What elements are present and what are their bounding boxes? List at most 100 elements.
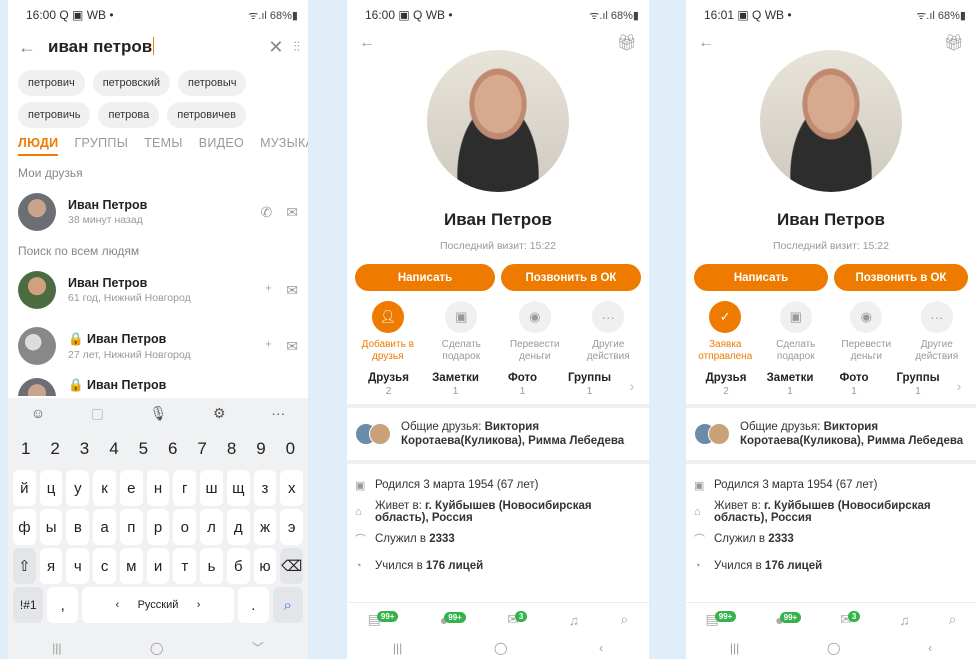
- add-friend-icon[interactable]: ⁺: [265, 282, 272, 299]
- feed-icon[interactable]: ▤99+: [368, 611, 399, 628]
- gift-icon[interactable]: 🎁︎: [944, 33, 964, 53]
- key[interactable]: 1: [13, 431, 38, 467]
- tab-groups[interactable]: ГРУППЫ: [74, 136, 128, 150]
- key[interactable]: 8: [219, 431, 244, 467]
- counter-photos[interactable]: Фото 1: [822, 372, 886, 397]
- back-icon[interactable]: ‹: [928, 641, 932, 655]
- chevron-right-icon[interactable]: ›: [950, 372, 968, 394]
- profile-photo[interactable]: [760, 50, 902, 192]
- filter-icon[interactable]: ⫶⫶: [294, 39, 301, 55]
- key[interactable]: ь: [200, 548, 223, 584]
- key[interactable]: в: [66, 509, 90, 545]
- comma-key[interactable]: ,: [47, 587, 78, 623]
- clear-icon[interactable]: ✕: [268, 37, 283, 58]
- counter-photos[interactable]: Фото 1: [489, 372, 556, 397]
- counter-notes[interactable]: Заметки 1: [758, 372, 822, 397]
- key[interactable]: о: [173, 509, 197, 545]
- key[interactable]: 2: [42, 431, 67, 467]
- key[interactable]: д: [226, 509, 250, 545]
- tab-music[interactable]: МУЗЫКА: [260, 136, 308, 150]
- recent-apps-icon[interactable]: |||: [730, 641, 739, 655]
- key[interactable]: б: [226, 548, 250, 584]
- tab-people[interactable]: ЛЮДИ: [18, 136, 59, 156]
- search-key-icon[interactable]: ⌕: [272, 587, 303, 623]
- write-button[interactable]: Написать: [694, 264, 828, 291]
- key[interactable]: р: [146, 509, 170, 545]
- mail-icon[interactable]: ✉: [286, 204, 298, 221]
- tab-video[interactable]: ВИДЕО: [199, 136, 244, 150]
- key[interactable]: щ: [226, 470, 250, 506]
- more-icon[interactable]: ···: [271, 405, 285, 421]
- served-value[interactable]: 2333: [768, 533, 794, 545]
- home-icon[interactable]: ◯: [494, 641, 507, 655]
- key[interactable]: н: [146, 470, 170, 506]
- key[interactable]: ч: [66, 548, 90, 584]
- home-icon[interactable]: ◯: [150, 641, 163, 655]
- symbols-key[interactable]: !#1: [13, 587, 44, 623]
- phone-icon[interactable]: ✆: [261, 204, 273, 221]
- key[interactable]: ш: [200, 470, 223, 506]
- notifications-icon[interactable]: ✉3: [507, 611, 528, 628]
- key[interactable]: с: [93, 548, 116, 584]
- counter-groups[interactable]: Группы 1: [556, 372, 623, 397]
- call-ok-button[interactable]: Позвонить в ОК: [501, 264, 641, 291]
- key[interactable]: 5: [131, 431, 156, 467]
- settings-icon[interactable]: ⚙: [213, 405, 226, 422]
- transfer-action[interactable]: ◉ Перевести деньги: [831, 301, 901, 362]
- messages-icon[interactable]: ●99+: [775, 611, 802, 628]
- key[interactable]: к: [93, 470, 116, 506]
- key[interactable]: у: [66, 470, 90, 506]
- more-actions[interactable]: ··· Другие действия: [902, 301, 972, 362]
- key[interactable]: 0: [278, 431, 303, 467]
- feed-icon[interactable]: ▤99+: [705, 611, 737, 628]
- studied-value[interactable]: 176 лицей: [765, 560, 822, 572]
- request-sent-action[interactable]: ✓ Заявка отправлена: [690, 301, 760, 362]
- counter-groups[interactable]: Группы 1: [886, 372, 950, 397]
- key[interactable]: ж: [253, 509, 277, 545]
- write-button[interactable]: Написать: [355, 264, 495, 291]
- back-arrow-icon[interactable]: ←: [359, 34, 375, 52]
- key[interactable]: ц: [39, 470, 63, 506]
- counter-friends[interactable]: Друзья 2: [694, 372, 758, 397]
- search-icon[interactable]: ⌕: [620, 611, 628, 628]
- call-ok-button[interactable]: Позвонить в ОК: [834, 264, 968, 291]
- list-item[interactable]: Иван Петров 61 год, Нижний Новгород ⁺ ✉: [8, 262, 308, 318]
- key[interactable]: ю: [253, 548, 277, 584]
- home-icon[interactable]: ◯: [827, 641, 840, 655]
- key[interactable]: й: [13, 470, 36, 506]
- counter-notes[interactable]: Заметки 1: [422, 372, 489, 397]
- music-icon[interactable]: ♫: [899, 612, 910, 628]
- space-key[interactable]: ‹ Русский ›: [81, 587, 235, 623]
- music-icon[interactable]: ♫: [569, 612, 580, 628]
- list-item[interactable]: 🔒 Иван Петров: [8, 374, 308, 396]
- more-actions[interactable]: ··· Другие действия: [573, 301, 643, 362]
- key[interactable]: 3: [72, 431, 97, 467]
- clipboard-icon[interactable]: ▢: [91, 405, 104, 422]
- key[interactable]: л: [200, 509, 223, 545]
- key[interactable]: 7: [189, 431, 214, 467]
- recent-apps-icon[interactable]: |||: [393, 641, 402, 655]
- key[interactable]: э: [280, 509, 304, 545]
- mutual-friends[interactable]: Общие друзья: Виктория Коротаева(Куликов…: [686, 408, 976, 464]
- recent-apps-icon[interactable]: |||: [52, 641, 61, 655]
- back-arrow-icon[interactable]: ←: [698, 34, 714, 52]
- key[interactable]: ы: [39, 509, 63, 545]
- key[interactable]: 4: [101, 431, 126, 467]
- profile-photo[interactable]: [427, 50, 569, 192]
- suggestion-chip[interactable]: петровский: [92, 70, 171, 96]
- suggestion-chip[interactable]: петровичь: [18, 102, 91, 128]
- key[interactable]: а: [93, 509, 116, 545]
- add-friend-action[interactable]: 👤︎ Добавить в друзья: [353, 301, 423, 362]
- suggestion-chip[interactable]: петровыч: [178, 70, 247, 96]
- tab-topics[interactable]: ТЕМЫ: [144, 136, 183, 150]
- add-friend-icon[interactable]: ⁺: [265, 338, 272, 355]
- messages-icon[interactable]: ●99+: [440, 611, 466, 628]
- mic-icon[interactable]: 🎙: [150, 405, 168, 422]
- key[interactable]: 6: [160, 431, 185, 467]
- key[interactable]: т: [173, 548, 197, 584]
- key[interactable]: и: [146, 548, 170, 584]
- served-value[interactable]: 2333: [429, 533, 455, 545]
- key[interactable]: ф: [13, 509, 36, 545]
- chevron-right-icon[interactable]: ›: [623, 372, 641, 394]
- shift-key[interactable]: ⇧: [13, 548, 36, 584]
